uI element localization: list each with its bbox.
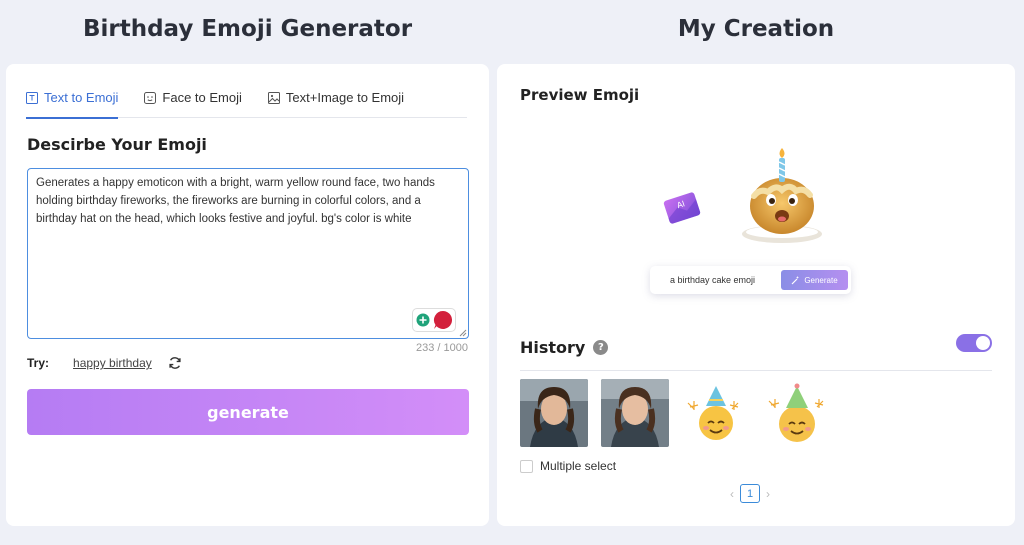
history-heading: History ? [520, 338, 609, 357]
history-title: History [520, 338, 586, 357]
generator-heading: Birthday Emoji Generator [82, 16, 413, 42]
resize-handle-icon[interactable] [459, 329, 467, 337]
history-thumb-party-emoji-1[interactable] [682, 379, 750, 447]
text-box-icon [26, 91, 38, 104]
history-thumbnails [520, 379, 831, 447]
toggle-knob [976, 336, 990, 350]
multiple-select[interactable]: Multiple select [520, 459, 616, 473]
sample-generate-label: Generate [804, 275, 838, 285]
page-number[interactable]: 1 [740, 484, 760, 503]
history-thumb-party-emoji-2[interactable] [763, 379, 831, 447]
char-count: 233 / 1000 [416, 342, 468, 354]
sample-prompt-bar: a birthday cake emoji Generate [650, 266, 851, 294]
try-label: Try: [27, 356, 50, 370]
history-toggle[interactable] [956, 334, 992, 352]
try-suggestion-link[interactable]: happy birthday [73, 356, 152, 370]
history-divider [520, 370, 992, 371]
image-icon [267, 91, 280, 104]
sample-generate-button: Generate [781, 270, 848, 290]
ai-badge-icon: AI [663, 192, 701, 224]
grammar-extension-badge[interactable] [412, 308, 456, 332]
creation-panel: Preview Emoji AI a birthday cake emoji G… [497, 64, 1015, 526]
grammar-bubble-icon [433, 310, 452, 329]
next-page-icon[interactable]: › [766, 487, 770, 501]
tab-text-image-to-emoji[interactable]: Text+Image to Emoji [267, 78, 405, 118]
grammar-plus-icon [416, 313, 429, 327]
tab-face-to-emoji[interactable]: Face to Emoji [144, 78, 242, 118]
preview-title: Preview Emoji [520, 86, 640, 104]
history-thumb-portrait-2[interactable] [601, 379, 669, 447]
describe-title: Descirbe Your Emoji [27, 135, 207, 154]
help-icon[interactable]: ? [593, 340, 609, 355]
tab-label: Face to Emoji [162, 90, 242, 105]
birthday-cake-emoji-preview [742, 148, 822, 243]
tab-bar: Text to Emoji Face to Emoji Text+Image t… [26, 78, 467, 119]
pagination: ‹ 1 › [730, 484, 770, 503]
generate-button[interactable]: generate [27, 389, 469, 435]
generator-panel: Text to Emoji Face to Emoji Text+Image t… [6, 64, 489, 526]
tab-label: Text+Image to Emoji [285, 90, 405, 105]
prompt-textarea[interactable]: Generates a happy emoticon with a bright… [28, 169, 468, 338]
my-creation-heading: My Creation [677, 16, 835, 42]
magic-wand-icon [791, 276, 799, 284]
tab-text-to-emoji[interactable]: Text to Emoji [26, 78, 119, 119]
try-row: Try: happy birthday [27, 356, 182, 370]
history-thumb-portrait-1[interactable] [520, 379, 588, 447]
face-icon [144, 91, 157, 104]
tab-label: Text to Emoji [44, 90, 119, 105]
sample-prompt-text: a birthday cake emoji [670, 275, 756, 285]
prompt-field-wrapper: Generates a happy emoticon with a bright… [27, 168, 469, 339]
prev-page-icon[interactable]: ‹ [730, 487, 734, 501]
refresh-icon[interactable] [168, 356, 182, 370]
multiple-select-checkbox[interactable] [520, 459, 533, 473]
multiple-select-label: Multiple select [540, 459, 617, 473]
